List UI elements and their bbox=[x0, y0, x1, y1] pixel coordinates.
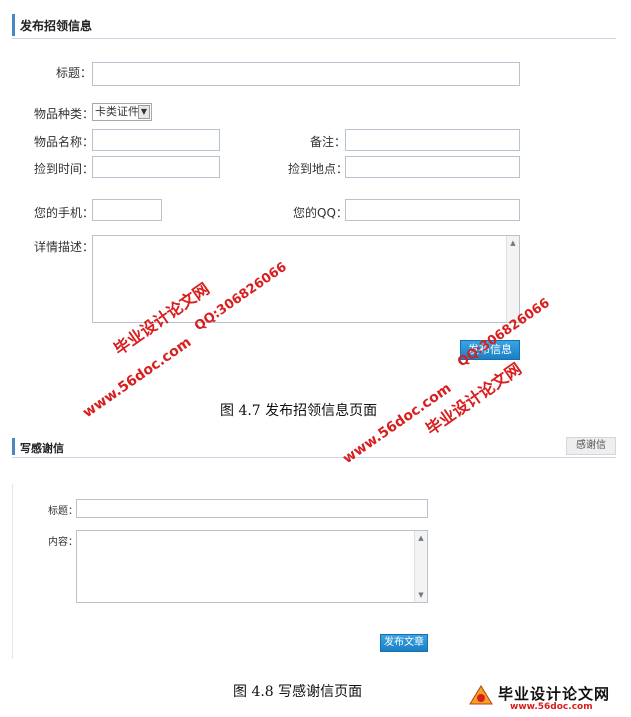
letter-content-label: 内容： bbox=[48, 537, 78, 548]
title-label: 标题： bbox=[56, 66, 93, 80]
title-input[interactable] bbox=[92, 62, 520, 86]
section-title: 发布招领信息 bbox=[20, 19, 93, 33]
scroll-down-icon[interactable]: ▼ bbox=[415, 590, 427, 600]
item-name-input[interactable] bbox=[92, 129, 220, 151]
found-place-input[interactable] bbox=[345, 156, 520, 178]
detail-label: 详情描述： bbox=[34, 240, 95, 254]
chevron-down-icon[interactable]: ▼ bbox=[138, 105, 150, 119]
section-header-post-found: 发布招领信息 bbox=[12, 12, 616, 39]
category-selected-value: 卡类证件 bbox=[95, 105, 139, 118]
figure-caption-4-7: 图 4.7 发布招领信息页面 bbox=[220, 403, 378, 419]
post-article-button[interactable]: 发布文章 bbox=[380, 634, 428, 652]
item-name-label: 物品名称： bbox=[34, 135, 95, 149]
brand-site-name: 毕业设计论文网 bbox=[498, 685, 611, 703]
brand-url: www.56doc.com bbox=[510, 702, 593, 712]
found-time-input[interactable] bbox=[92, 156, 220, 178]
phone-input[interactable] bbox=[92, 199, 162, 221]
note-input[interactable] bbox=[345, 129, 520, 151]
phone-label: 您的手机： bbox=[34, 206, 95, 220]
letter-title-label: 标题： bbox=[48, 506, 78, 517]
qq-label: 您的QQ： bbox=[293, 206, 348, 220]
category-label: 物品种类： bbox=[34, 107, 95, 121]
header-accent-bar bbox=[12, 438, 15, 455]
qq-input[interactable] bbox=[345, 199, 520, 221]
section-header-thanks-letter: 写感谢信 bbox=[12, 436, 616, 458]
figure-caption-4-8: 图 4.8 写感谢信页面 bbox=[233, 684, 363, 700]
scroll-up-icon[interactable]: ▲ bbox=[507, 238, 519, 248]
header-accent-bar bbox=[12, 14, 15, 36]
brand-logo-icon bbox=[469, 685, 493, 705]
letter-title-input[interactable] bbox=[76, 499, 428, 518]
textarea-scrollbar[interactable]: ▲ bbox=[506, 236, 519, 322]
scroll-up-icon[interactable]: ▲ bbox=[415, 533, 427, 543]
note-label: 备注： bbox=[310, 135, 347, 149]
letter-content-textarea[interactable]: ▲ ▼ bbox=[76, 530, 428, 603]
textarea-scrollbar[interactable]: ▲ ▼ bbox=[414, 531, 427, 602]
left-divider bbox=[12, 484, 13, 659]
tab-thanks-letter[interactable]: 感谢信 bbox=[566, 437, 616, 455]
found-place-label: 捡到地点： bbox=[288, 162, 349, 176]
section-title: 写感谢信 bbox=[20, 442, 64, 455]
found-time-label: 捡到时间： bbox=[34, 162, 95, 176]
category-select[interactable]: 卡类证件 ▼ bbox=[92, 103, 152, 121]
